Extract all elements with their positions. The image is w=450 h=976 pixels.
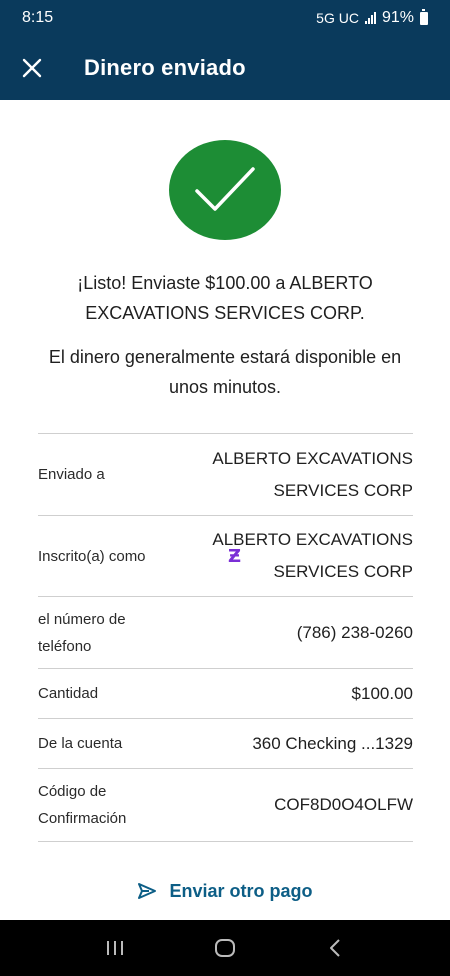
check-icon (195, 167, 255, 211)
amount-value: $100.00 (351, 683, 413, 703)
battery-percent: 91% (381, 9, 414, 26)
close-icon (22, 58, 42, 78)
sent-to-value: ALBERTO EXCAVATIONS SERVICES CORP (212, 448, 413, 500)
network-type: 5G UC (316, 10, 359, 26)
confirmation-code-value: COF8D0O4OLFW (274, 795, 413, 814)
close-button[interactable] (0, 36, 64, 100)
back-button[interactable] (315, 928, 355, 968)
success-indicator (169, 140, 281, 240)
home-button[interactable] (205, 928, 245, 968)
phone-value: (786) 238-0260 (296, 622, 413, 642)
home-icon (215, 939, 235, 957)
status-indicators: 5G UC 91% (316, 8, 428, 27)
system-navigation-bar (0, 920, 450, 976)
battery-icon (420, 8, 428, 25)
back-icon (330, 939, 340, 957)
status-bar: 8:15 5G UC 91% (0, 0, 450, 36)
confirmation-code-label: Código de Confirmación (38, 783, 127, 827)
send-icon (138, 883, 157, 899)
from-account-value: 360 Checking ...1329 (252, 733, 413, 753)
send-another-payment-label: Enviar otro pago (169, 880, 313, 901)
detail-row-from-account: De la cuenta 360 Checking ...1329 (38, 719, 413, 769)
detail-row-amount: Cantidad $100.00 (38, 669, 413, 719)
zelle-icon: Ƶ (228, 545, 242, 567)
signal-icon (364, 12, 376, 24)
recent-apps-button[interactable] (95, 928, 135, 968)
transaction-details: Enviado a ALBERTO EXCAVATIONS SERVICES C… (38, 433, 413, 842)
status-time: 8:15 (22, 9, 54, 26)
sent-to-label: Enviado a (38, 466, 105, 483)
detail-row-phone: el número de teléfono (786) 238-0260 (38, 597, 413, 669)
availability-message: El dinero generalmente estará disponible… (48, 347, 402, 397)
confirmation-message: ¡Listo! Enviaste $100.00 a ALBERTO EXCAV… (77, 273, 373, 323)
detail-row-sent-to: Enviado a ALBERTO EXCAVATIONS SERVICES C… (38, 434, 413, 516)
amount-label: Cantidad (38, 685, 99, 702)
app-header: Dinero enviado (0, 36, 450, 100)
phone-label: el número de teléfono (38, 610, 126, 655)
recent-apps-icon (107, 941, 123, 955)
page-title: Dinero enviado (84, 55, 246, 80)
send-another-payment-button[interactable]: Enviar otro pago (0, 872, 450, 910)
detail-row-confirmation-code: Código de Confirmación COF8D0O4OLFW (38, 769, 413, 842)
from-account-label: De la cuenta (38, 735, 123, 752)
success-badge (169, 140, 281, 240)
enrolled-as-label: Inscrito(a) como (38, 547, 146, 565)
detail-row-enrolled-as: Inscrito(a) como Ƶ ALBERTO EXCAVATIONS S… (38, 516, 413, 597)
